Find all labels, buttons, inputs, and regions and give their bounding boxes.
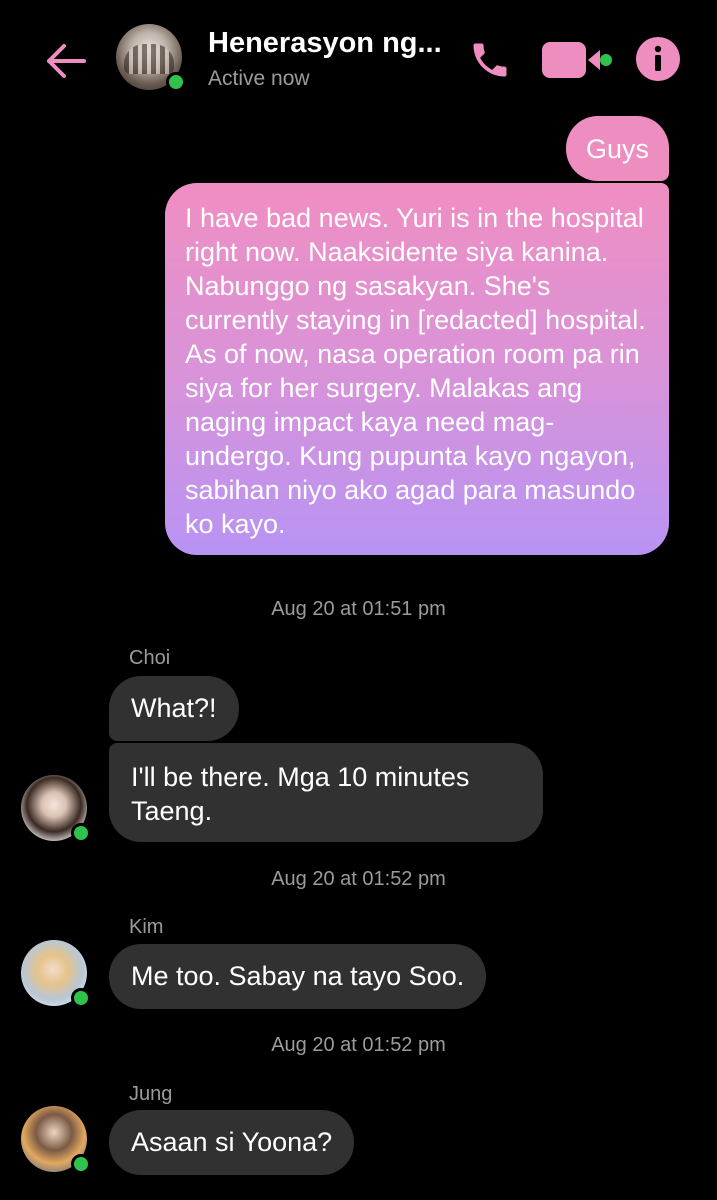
phone-icon: [473, 43, 507, 77]
sender-name: Jung: [129, 1083, 173, 1105]
message-timestamp: Aug 20 at 01:51 pm: [271, 598, 446, 620]
chat-header: Henerasyon ng... Active now: [0, 0, 717, 112]
received-message-bubble[interactable]: I'll be there. Mga 10 minutes Taeng.: [109, 743, 543, 842]
online-indicator: [71, 823, 91, 843]
sender-avatar[interactable]: [21, 940, 91, 1008]
sent-message-bubble[interactable]: Guys: [565, 116, 669, 181]
message-timestamp: Aug 20 at 01:52 pm: [271, 1034, 446, 1056]
received-message-bubble[interactable]: What?!: [109, 676, 239, 741]
chat-title[interactable]: Henerasyon ng...: [208, 27, 442, 60]
back-button[interactable]: [40, 36, 90, 86]
online-indicator: [166, 72, 186, 92]
received-message-bubble[interactable]: Asaan si Yoona?: [109, 1110, 355, 1175]
voice-call-button[interactable]: [464, 34, 516, 86]
group-avatar[interactable]: [116, 24, 186, 92]
video-camera-icon: [542, 42, 612, 78]
received-message-bubble[interactable]: Me too. Sabay na tayo Soo.: [109, 944, 487, 1009]
online-indicator: [71, 1154, 91, 1174]
sender-name: Choi: [129, 647, 171, 669]
active-status: Active now: [208, 67, 310, 90]
online-indicator: [71, 988, 91, 1008]
sender-name: Kim: [129, 916, 164, 938]
back-arrow-icon: [47, 44, 86, 78]
sender-avatar[interactable]: [21, 1106, 91, 1174]
info-icon: [636, 37, 680, 81]
sent-message-bubble[interactable]: I have bad news. Yuri is in the hospital…: [165, 183, 669, 555]
video-call-button[interactable]: [540, 38, 614, 82]
message-timestamp: Aug 20 at 01:52 pm: [271, 868, 446, 890]
sender-avatar[interactable]: [21, 775, 91, 843]
info-button[interactable]: [635, 36, 681, 82]
